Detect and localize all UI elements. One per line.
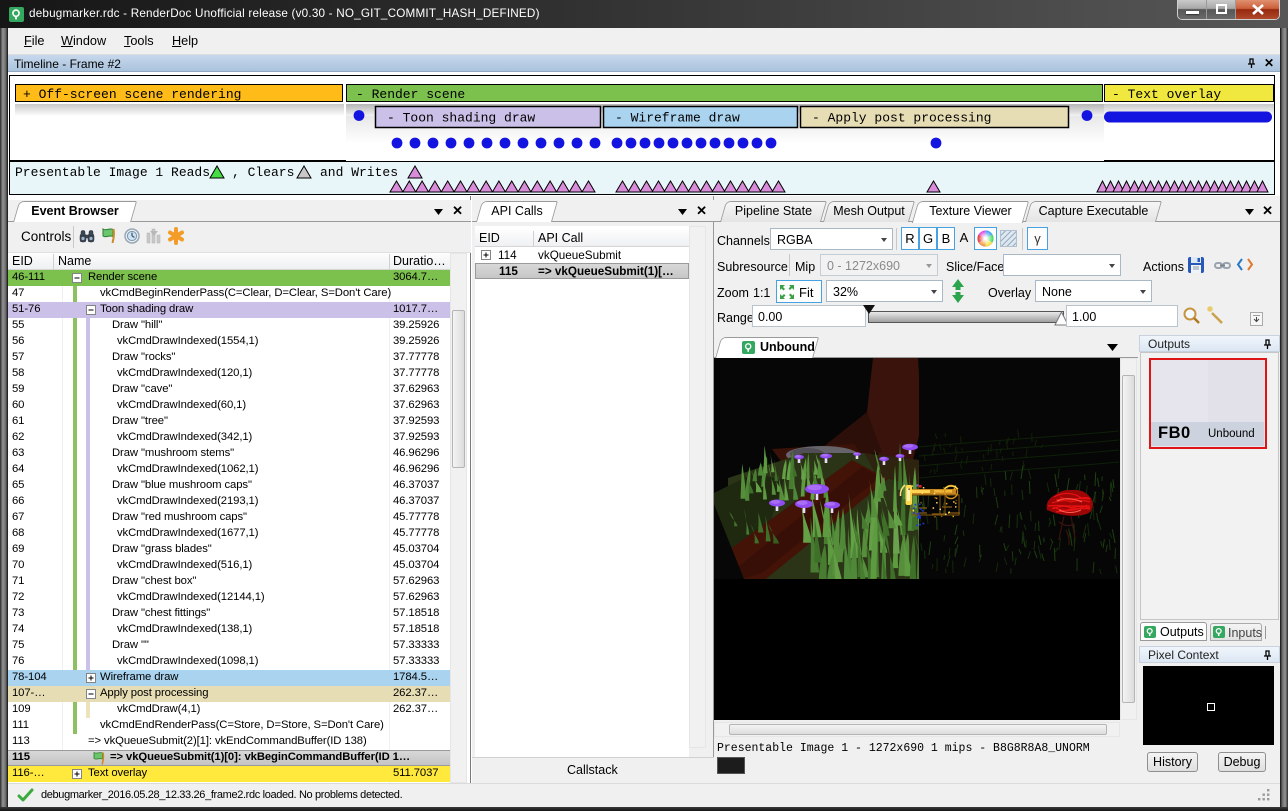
svg-text:- Apply post processing: - Apply post processing: [812, 111, 991, 126]
svg-text:- Toon shading draw: - Toon shading draw: [387, 111, 535, 126]
svg-text:- Wireframe draw: - Wireframe draw: [615, 111, 740, 126]
